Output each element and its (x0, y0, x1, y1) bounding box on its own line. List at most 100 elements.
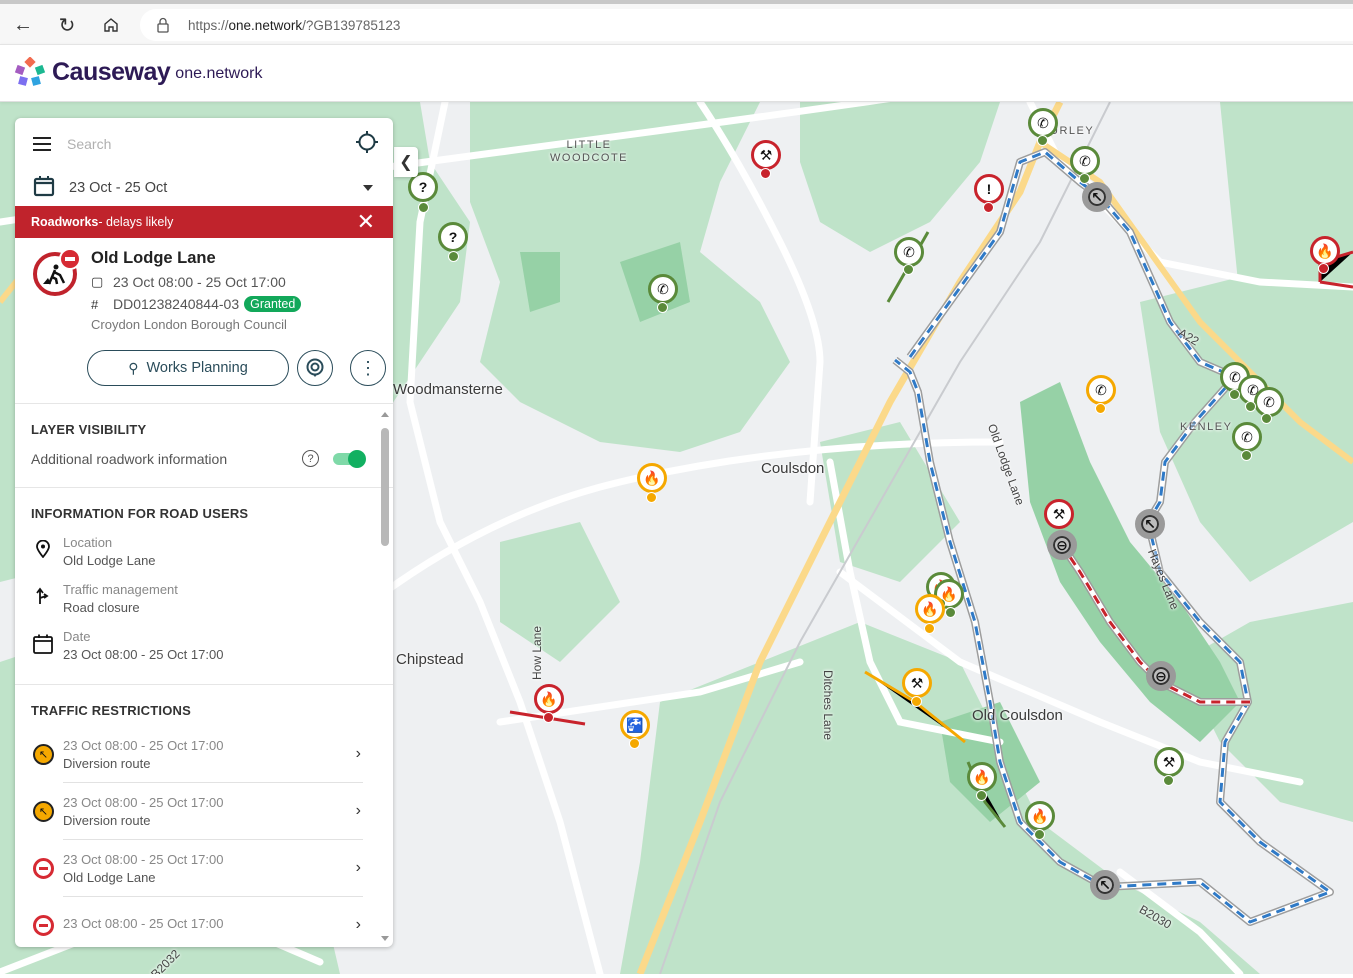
menu-icon[interactable] (33, 137, 51, 151)
no-entry-icon (33, 858, 54, 879)
closure-point-marker[interactable]: ⊖ (1146, 661, 1176, 691)
restriction-item[interactable]: 23 Oct 08:00 - 25 Oct 17:00 Old Lodge Lan… (33, 840, 363, 897)
roadwork-marker-minor[interactable]: ✆ (1232, 422, 1262, 452)
back-arrow-icon[interactable]: ← (10, 12, 36, 38)
roadwork-marker-minor[interactable]: 🔥 (1025, 801, 1055, 831)
roadwork-marker-pin (1245, 401, 1256, 412)
roadwork-marker-moderate[interactable]: 🔥 (637, 463, 667, 493)
roadwork-marker-selected[interactable]: ⚒ (1044, 499, 1074, 529)
roadwork-marker-pin (646, 492, 657, 503)
side-panel: 23 Oct - 25 Oct Roadworks - delays likel… (15, 118, 393, 947)
diversion-point-marker[interactable]: ↖ (1090, 870, 1120, 900)
map-label-chipstead: Chipstead (396, 651, 464, 668)
chevron-down-icon[interactable] (363, 185, 373, 191)
roadwork-marker-minor[interactable]: ✆ (1028, 108, 1058, 138)
map-label-kenley: KENLEY (1180, 421, 1233, 433)
restriction-item[interactable]: 23 Oct 08:00 - 25 Oct 17:00 › (33, 897, 363, 947)
roadwork-marker-pin (1095, 403, 1106, 414)
section-heading: LAYER VISIBILITY (31, 422, 147, 437)
chevron-right-icon: › (355, 745, 361, 762)
roadwork-marker-pin (657, 302, 668, 313)
roadwork-marker-pin (448, 251, 459, 262)
reload-icon[interactable]: ↻ (54, 12, 80, 38)
roadwork-marker-severe[interactable]: ⚒ (751, 140, 781, 170)
alert-type: Roadworks (31, 215, 99, 229)
roadwork-marker-minor[interactable]: ⚒ (1154, 747, 1184, 777)
app-header: Causeway one.network (0, 44, 1353, 102)
date-range-selector[interactable]: 23 Oct - 25 Oct (15, 170, 393, 206)
locate-me-icon[interactable] (355, 130, 379, 159)
scrollbar[interactable] (380, 404, 390, 947)
map-label-how-lane: How Lane (530, 625, 544, 680)
scroll-up-arrow[interactable] (381, 412, 389, 417)
diversion-icon: ↖ (33, 801, 54, 822)
works-title: Old Lodge Lane (91, 249, 216, 267)
collapse-panel-button[interactable]: ❮ (394, 147, 418, 177)
date-range-value: 23 Oct - 25 Oct (69, 180, 168, 196)
layer-toggle[interactable] (333, 449, 366, 468)
traffic-restrictions-section: TRAFFIC RESTRICTIONS ↖ 23 Oct 08:00 - 25… (15, 685, 393, 947)
browser-toolbar: ← ↻ https://one.network/?GB139785123 (0, 0, 1353, 44)
diversion-icon: ↖ (33, 744, 54, 765)
close-icon[interactable]: ✕ (357, 211, 375, 233)
info-row-date: Date 23 Oct 08:00 - 25 Oct 17:00 (31, 629, 363, 662)
area-search-icon: ⚲ (128, 359, 139, 376)
alert-message: - delays likely (98, 215, 174, 229)
restriction-item[interactable]: ↖ 23 Oct 08:00 - 25 Oct 17:00 Diversion r… (33, 726, 363, 783)
works-summary: Old Lodge Lane ▢ 23 Oct 08:00 - 25 Oct 17… (15, 238, 393, 404)
roadwork-marker-minor[interactable]: ✆ (648, 274, 678, 304)
diversion-point-marker[interactable]: ↖ (1082, 182, 1112, 212)
roadwork-marker-minor[interactable]: 🔥 (967, 762, 997, 792)
roadwork-marker-moderate[interactable]: 🔥 (915, 594, 945, 624)
works-planning-button[interactable]: ⚲ Works Planning (87, 350, 289, 386)
more-vertical-icon: ⋮ (359, 357, 377, 378)
scrollbar-thumb[interactable] (381, 428, 389, 546)
address-bar[interactable]: https://one.network/?GB139785123 (140, 9, 1353, 41)
diversion-point-marker[interactable]: ↖ (1135, 509, 1165, 539)
calendar-icon (33, 634, 53, 659)
roadwork-marker-pin (1229, 389, 1240, 400)
road-user-info-section: INFORMATION FOR ROAD USERS Location Old L… (15, 488, 393, 685)
causeway-logo[interactable]: Causeway one.network (14, 57, 262, 87)
scroll-down-arrow[interactable] (381, 936, 389, 941)
logo-mark-icon (14, 57, 46, 86)
works-dates: 23 Oct 08:00 - 25 Oct 17:00 (113, 274, 286, 290)
restriction-item[interactable]: ↖ 23 Oct 08:00 - 25 Oct 17:00 Diversion r… (33, 783, 363, 840)
roadwork-marker-moderate[interactable]: 🚰 (620, 710, 650, 740)
chevron-right-icon: › (355, 916, 361, 933)
roadwork-marker-severe[interactable]: ! (974, 174, 1004, 204)
calendar-icon: ▢ (91, 274, 104, 289)
map-target-icon (306, 358, 324, 377)
no-entry-icon (33, 915, 54, 936)
roadwork-marker-pin (903, 264, 914, 275)
map-label-little-woodcote: LITTLE WOODCOTE (550, 139, 628, 164)
home-icon[interactable] (98, 12, 124, 38)
search-input[interactable] (67, 136, 355, 152)
roadwork-marker-severe[interactable]: 🔥 (1310, 236, 1340, 266)
closure-point-marker[interactable]: ⊖ (1047, 530, 1077, 560)
roadwork-marker-pin (1034, 829, 1045, 840)
roadworks-sign-icon (33, 248, 81, 296)
roadwork-marker-pin (418, 202, 429, 213)
locate-on-map-button[interactable] (297, 350, 333, 386)
layer-visibility-section: LAYER VISIBILITY Additional roadwork inf… (15, 404, 393, 488)
chevron-right-icon: › (355, 859, 361, 876)
panel-scroll-area[interactable]: LAYER VISIBILITY Additional roadwork inf… (15, 404, 393, 947)
roadwork-marker-pin (1079, 173, 1090, 184)
more-options-button[interactable]: ⋮ (350, 350, 386, 386)
chevron-right-icon: › (355, 802, 361, 819)
roadwork-marker-minor[interactable]: ✆ (894, 237, 924, 267)
roadwork-marker-minor[interactable]: ? (438, 222, 468, 252)
roadwork-marker-minor[interactable]: ✆ (1254, 387, 1284, 417)
product-name: one.network (175, 65, 263, 82)
roadwork-marker-moderate[interactable]: ✆ (1086, 375, 1116, 405)
roadwork-marker-moderate[interactable]: ⚒ (902, 668, 932, 698)
info-row-traffic-management: Traffic management Road closure (31, 582, 363, 615)
help-icon[interactable]: ? (302, 450, 319, 467)
roadwork-marker-pin (924, 623, 935, 634)
roadwork-marker-minor[interactable]: ✆ (1070, 146, 1100, 176)
roadwork-marker-severe[interactable]: 🔥 (534, 684, 564, 714)
works-reference: DD01238240844-03 (113, 296, 240, 312)
map-label-ditches-lane: Ditches Lane (821, 670, 835, 741)
info-row-location: Location Old Lodge Lane (31, 535, 363, 568)
